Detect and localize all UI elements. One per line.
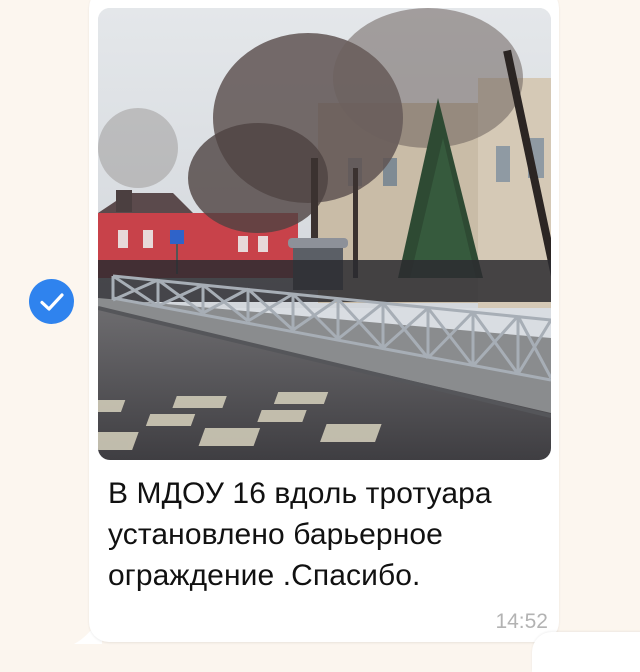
checkmark-icon: [39, 292, 64, 311]
message-photo[interactable]: [98, 8, 551, 460]
next-message-bubble[interactable]: [532, 632, 640, 672]
photo-image: [98, 8, 551, 460]
check-circle-icon[interactable]: [29, 279, 74, 324]
message-time: 14:52: [495, 610, 548, 633]
message-caption: В МДОУ 16 вдоль тротуара установлено бар…: [108, 477, 492, 592]
